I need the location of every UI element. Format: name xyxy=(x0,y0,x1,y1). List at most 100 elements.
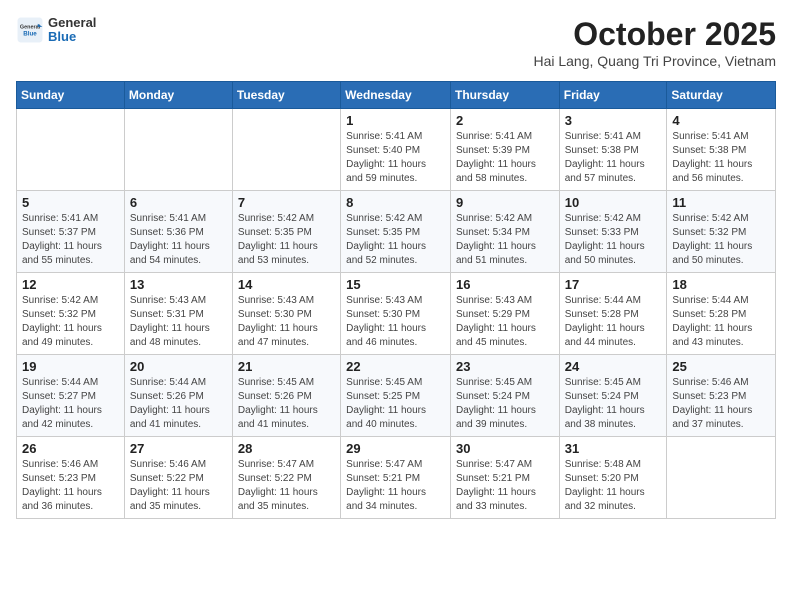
week-row-3: 12 Sunrise: 5:42 AM Sunset: 5:32 PM Dayli… xyxy=(17,273,776,355)
day-number: 17 xyxy=(565,277,662,292)
day-number: 8 xyxy=(346,195,445,210)
cell-content: Sunrise: 5:42 AM Sunset: 5:33 PM Dayligh… xyxy=(565,212,662,268)
day-number: 4 xyxy=(672,113,770,128)
day-number: 24 xyxy=(565,359,662,374)
day-number: 13 xyxy=(130,277,227,292)
calendar-cell: 23Sunrise: 5:45 AM Sunset: 5:24 PM Dayli… xyxy=(450,355,559,437)
logo-icon: General Blue xyxy=(16,16,44,44)
day-number: 25 xyxy=(672,359,770,374)
calendar-cell: 9Sunrise: 5:42 AM Sunset: 5:34 PM Daylig… xyxy=(450,191,559,273)
week-row-2: 5Sunrise: 5:41 AM Sunset: 5:37 PM Daylig… xyxy=(17,191,776,273)
cell-content: Sunrise: 5:41 AM Sunset: 5:38 PM Dayligh… xyxy=(672,130,770,186)
cell-content: Sunrise: 5:45 AM Sunset: 5:26 PM Dayligh… xyxy=(238,376,335,432)
calendar-cell: 22 Sunrise: 5:45 AM Sunset: 5:25 PM Dayli… xyxy=(341,355,451,437)
calendar-cell xyxy=(232,109,340,191)
logo-text: General Blue xyxy=(48,16,96,45)
cell-content: Sunrise: 5:46 AM Sunset: 5:23 PM Dayligh… xyxy=(672,376,770,432)
cell-content: Sunrise: 5:44 AM Sunset: 5:27 PM Dayligh… xyxy=(22,376,119,432)
calendar-cell: 17 Sunrise: 5:44 AM Sunset: 5:28 PM Dayli… xyxy=(559,273,667,355)
cell-content: Sunrise: 5:48 AM Sunset: 5:20 PM Dayligh… xyxy=(565,458,662,514)
calendar-cell: 31 Sunrise: 5:48 AM Sunset: 5:20 PM Dayli… xyxy=(559,437,667,519)
cell-content: Sunrise: 5:43 AM Sunset: 5:30 PM Dayligh… xyxy=(238,294,335,350)
day-number: 22 xyxy=(346,359,445,374)
logo-general: General xyxy=(48,16,96,30)
svg-text:General: General xyxy=(20,25,41,31)
calendar-cell: 8 Sunrise: 5:42 AM Sunset: 5:35 PM Daylig… xyxy=(341,191,451,273)
calendar-cell: 30 Sunrise: 5:47 AM Sunset: 5:21 PM Dayli… xyxy=(450,437,559,519)
day-number: 16 xyxy=(456,277,554,292)
day-number: 21 xyxy=(238,359,335,374)
cell-content: Sunrise: 5:45 AM Sunset: 5:24 PM Dayligh… xyxy=(565,376,662,432)
cell-content: Sunrise: 5:41 AM Sunset: 5:39 PM Dayligh… xyxy=(456,130,554,186)
calendar-cell: 16 Sunrise: 5:43 AM Sunset: 5:29 PM Dayli… xyxy=(450,273,559,355)
cell-content: Sunrise: 5:42 AM Sunset: 5:34 PM Dayligh… xyxy=(456,212,554,268)
day-number: 6 xyxy=(130,195,227,210)
logo-blue: Blue xyxy=(48,30,96,44)
calendar-cell: 19 Sunrise: 5:44 AM Sunset: 5:27 PM Dayli… xyxy=(17,355,125,437)
day-number: 11 xyxy=(672,195,770,210)
day-number: 2 xyxy=(456,113,554,128)
calendar-cell: 20 Sunrise: 5:44 AM Sunset: 5:26 PM Dayli… xyxy=(124,355,232,437)
calendar-cell: 4 Sunrise: 5:41 AM Sunset: 5:38 PM Daylig… xyxy=(667,109,776,191)
day-header-thursday: Thursday xyxy=(450,82,559,109)
calendar-table: SundayMondayTuesdayWednesdayThursdayFrid… xyxy=(16,81,776,519)
cell-content: Sunrise: 5:47 AM Sunset: 5:21 PM Dayligh… xyxy=(456,458,554,514)
cell-content: Sunrise: 5:44 AM Sunset: 5:26 PM Dayligh… xyxy=(130,376,227,432)
calendar-cell: 7Sunrise: 5:42 AM Sunset: 5:35 PM Daylig… xyxy=(232,191,340,273)
day-number: 28 xyxy=(238,441,335,456)
cell-content: Sunrise: 5:44 AM Sunset: 5:28 PM Dayligh… xyxy=(565,294,662,350)
cell-content: Sunrise: 5:42 AM Sunset: 5:32 PM Dayligh… xyxy=(22,294,119,350)
day-number: 12 xyxy=(22,277,119,292)
calendar-cell xyxy=(17,109,125,191)
header: General Blue General Blue October 2025 H… xyxy=(16,16,776,69)
cell-content: Sunrise: 5:43 AM Sunset: 5:31 PM Dayligh… xyxy=(130,294,227,350)
calendar-cell: 6Sunrise: 5:41 AM Sunset: 5:36 PM Daylig… xyxy=(124,191,232,273)
calendar-cell xyxy=(124,109,232,191)
calendar-cell: 21 Sunrise: 5:45 AM Sunset: 5:26 PM Dayli… xyxy=(232,355,340,437)
day-number: 14 xyxy=(238,277,335,292)
day-number: 30 xyxy=(456,441,554,456)
calendar-cell: 10 Sunrise: 5:42 AM Sunset: 5:33 PM Dayli… xyxy=(559,191,667,273)
day-number: 29 xyxy=(346,441,445,456)
cell-content: Sunrise: 5:44 AM Sunset: 5:28 PM Dayligh… xyxy=(672,294,770,350)
cell-content: Sunrise: 5:43 AM Sunset: 5:29 PM Dayligh… xyxy=(456,294,554,350)
calendar-cell: 25 Sunrise: 5:46 AM Sunset: 5:23 PM Dayli… xyxy=(667,355,776,437)
day-number: 19 xyxy=(22,359,119,374)
calendar-cell: 2 Sunrise: 5:41 AM Sunset: 5:39 PM Daylig… xyxy=(450,109,559,191)
cell-content: Sunrise: 5:42 AM Sunset: 5:35 PM Dayligh… xyxy=(346,212,445,268)
day-number: 31 xyxy=(565,441,662,456)
calendar-cell: 12 Sunrise: 5:42 AM Sunset: 5:32 PM Dayli… xyxy=(17,273,125,355)
cell-content: Sunrise: 5:42 AM Sunset: 5:35 PM Dayligh… xyxy=(238,212,335,268)
week-row-5: 26Sunrise: 5:46 AM Sunset: 5:23 PM Dayli… xyxy=(17,437,776,519)
day-number: 27 xyxy=(130,441,227,456)
week-row-4: 19 Sunrise: 5:44 AM Sunset: 5:27 PM Dayli… xyxy=(17,355,776,437)
day-number: 20 xyxy=(130,359,227,374)
cell-content: Sunrise: 5:47 AM Sunset: 5:21 PM Dayligh… xyxy=(346,458,445,514)
week-row-1: 1Sunrise: 5:41 AM Sunset: 5:40 PM Daylig… xyxy=(17,109,776,191)
calendar-cell: 11Sunrise: 5:42 AM Sunset: 5:32 PM Dayli… xyxy=(667,191,776,273)
cell-content: Sunrise: 5:46 AM Sunset: 5:23 PM Dayligh… xyxy=(22,458,119,514)
calendar-cell: 18Sunrise: 5:44 AM Sunset: 5:28 PM Dayli… xyxy=(667,273,776,355)
day-number: 10 xyxy=(565,195,662,210)
calendar-cell xyxy=(667,437,776,519)
title-area: October 2025 Hai Lang, Quang Tri Provinc… xyxy=(533,16,776,69)
day-number: 3 xyxy=(565,113,662,128)
calendar-cell: 1Sunrise: 5:41 AM Sunset: 5:40 PM Daylig… xyxy=(341,109,451,191)
calendar-cell: 14 Sunrise: 5:43 AM Sunset: 5:30 PM Dayli… xyxy=(232,273,340,355)
month-title: October 2025 xyxy=(533,16,776,53)
day-number: 1 xyxy=(346,113,445,128)
calendar-cell: 27Sunrise: 5:46 AM Sunset: 5:22 PM Dayli… xyxy=(124,437,232,519)
svg-text:Blue: Blue xyxy=(23,31,37,38)
cell-content: Sunrise: 5:45 AM Sunset: 5:25 PM Dayligh… xyxy=(346,376,445,432)
cell-content: Sunrise: 5:41 AM Sunset: 5:38 PM Dayligh… xyxy=(565,130,662,186)
day-header-friday: Friday xyxy=(559,82,667,109)
cell-content: Sunrise: 5:45 AM Sunset: 5:24 PM Dayligh… xyxy=(456,376,554,432)
day-header-saturday: Saturday xyxy=(667,82,776,109)
calendar-cell: 29 Sunrise: 5:47 AM Sunset: 5:21 PM Dayli… xyxy=(341,437,451,519)
calendar-cell: 28 Sunrise: 5:47 AM Sunset: 5:22 PM Dayli… xyxy=(232,437,340,519)
day-header-sunday: Sunday xyxy=(17,82,125,109)
cell-content: Sunrise: 5:41 AM Sunset: 5:37 PM Dayligh… xyxy=(22,212,119,268)
calendar-cell: 5Sunrise: 5:41 AM Sunset: 5:37 PM Daylig… xyxy=(17,191,125,273)
cell-content: Sunrise: 5:47 AM Sunset: 5:22 PM Dayligh… xyxy=(238,458,335,514)
day-header-monday: Monday xyxy=(124,82,232,109)
